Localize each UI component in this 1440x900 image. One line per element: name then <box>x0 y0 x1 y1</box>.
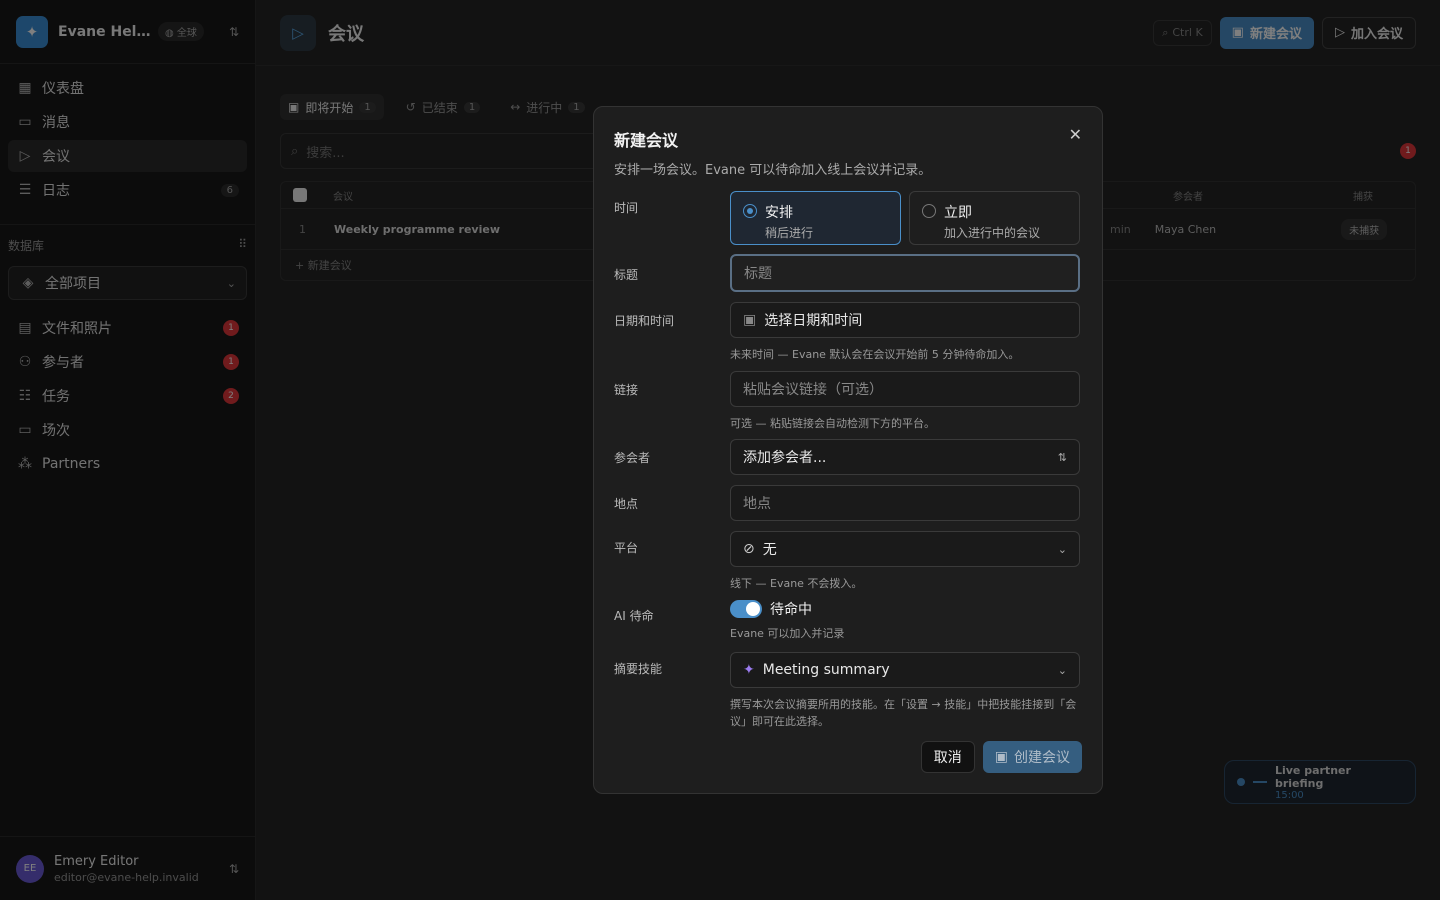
chevron-updown-icon: ⇅ <box>1057 450 1067 464</box>
link-hint: 可选 — 粘贴链接会自动检测下方的平台。 <box>730 417 935 430</box>
option-now[interactable]: 立即 加入进行中的会议 <box>909 191 1080 245</box>
attendees-combobox[interactable]: 添加参会者... ⇅ <box>730 439 1080 475</box>
dialog-title: 新建会议 <box>614 131 679 150</box>
summary-skill-label: 摘要技能 <box>614 662 663 676</box>
cancel-button[interactable]: 取消 <box>920 741 975 773</box>
ai-standby-toggle[interactable] <box>730 600 762 618</box>
create-meeting-button[interactable]: ▣ 创建会议 <box>982 741 1082 773</box>
summary-skill-select[interactable]: ✦ Meeting summary ⌄ <box>730 652 1080 688</box>
location-placeholder: 地点 <box>743 496 771 512</box>
option-schedule-title: 安排 <box>765 205 793 221</box>
title-label: 标题 <box>614 268 639 282</box>
chevron-down-icon: ⌄ <box>1057 663 1067 677</box>
summary-skill-hint: 撰写本次会议摘要所用的技能。在「设置 → 技能」中把技能挂接到「会议」即可在此选… <box>730 698 1077 728</box>
datetime-placeholder: 选择日期和时间 <box>764 313 863 329</box>
ai-standby-value: 待命中 <box>770 602 812 618</box>
option-schedule[interactable]: 安排 稍后进行 <box>730 191 901 245</box>
option-schedule-sub: 稍后进行 <box>765 226 814 240</box>
radio-unselected-icon <box>922 204 936 218</box>
link-label: 链接 <box>614 383 639 397</box>
sparkles-icon: ✦ <box>743 662 755 678</box>
attendees-placeholder: 添加参会者... <box>743 450 827 466</box>
time-label: 时间 <box>614 201 639 215</box>
datetime-hint: 未来时间 — Evane 默认会在会议开始前 5 分钟待命加入。 <box>730 348 1020 361</box>
option-now-sub: 加入进行中的会议 <box>944 226 1041 240</box>
datetime-picker[interactable]: ▣ 选择日期和时间 <box>730 302 1080 338</box>
attendees-label: 参会者 <box>614 451 651 465</box>
platform-value: 无 <box>762 542 777 558</box>
radio-selected-icon <box>743 204 757 218</box>
new-meeting-dialog: ✕ 新建会议 安排一场会议。Evane 可以待命加入线上会议并记录。 时间 安排… <box>593 106 1103 794</box>
platform-label: 平台 <box>614 541 639 555</box>
slash-circle-icon: ⊘ <box>743 541 755 557</box>
location-label: 地点 <box>614 497 639 511</box>
option-now-title: 立即 <box>944 205 972 221</box>
close-icon[interactable]: ✕ <box>1069 125 1082 144</box>
platform-select[interactable]: ⊘ 无 ⌄ <box>730 531 1080 567</box>
create-meeting-label: 创建会议 <box>1014 750 1070 766</box>
ai-standby-label: AI 待命 <box>614 609 654 623</box>
chevron-down-icon: ⌄ <box>1057 542 1067 556</box>
link-input[interactable]: 粘贴会议链接（可选） <box>730 371 1080 407</box>
title-input[interactable]: 标题 <box>730 254 1080 292</box>
calendar-plus-icon: ▣ <box>994 749 1008 765</box>
datetime-label: 日期和时间 <box>614 314 675 328</box>
dialog-description: 安排一场会议。Evane 可以待命加入线上会议并记录。 <box>614 163 932 178</box>
summary-skill-value: Meeting summary <box>762 662 890 678</box>
platform-hint: 线下 — Evane 不会拨入。 <box>730 577 863 590</box>
link-placeholder: 粘贴会议链接（可选） <box>743 382 883 398</box>
calendar-icon: ▣ <box>743 312 757 328</box>
title-placeholder: 标题 <box>744 266 772 282</box>
location-input[interactable]: 地点 <box>730 485 1080 521</box>
time-row: 时间 安排 稍后进行 立即 加入进行中的会议 <box>614 191 1084 245</box>
ai-standby-hint: Evane 可以加入并记录 <box>730 627 845 640</box>
